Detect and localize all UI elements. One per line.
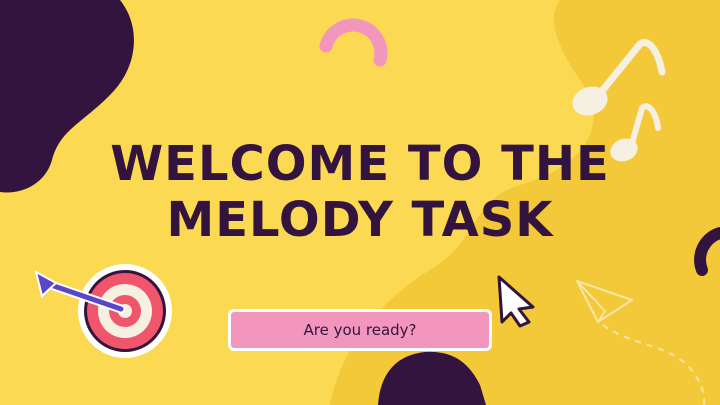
slide-title: WELCOME TO THE MELODY TASK — [0, 136, 720, 248]
are-you-ready-button[interactable]: Are you ready? — [228, 309, 492, 351]
title-line-2: MELODY TASK — [166, 192, 554, 248]
title-line-1: WELCOME TO THE — [110, 136, 610, 192]
slide: WELCOME TO THE MELODY TASK Are you ready… — [0, 0, 720, 405]
are-you-ready-label: Are you ready? — [303, 321, 417, 339]
